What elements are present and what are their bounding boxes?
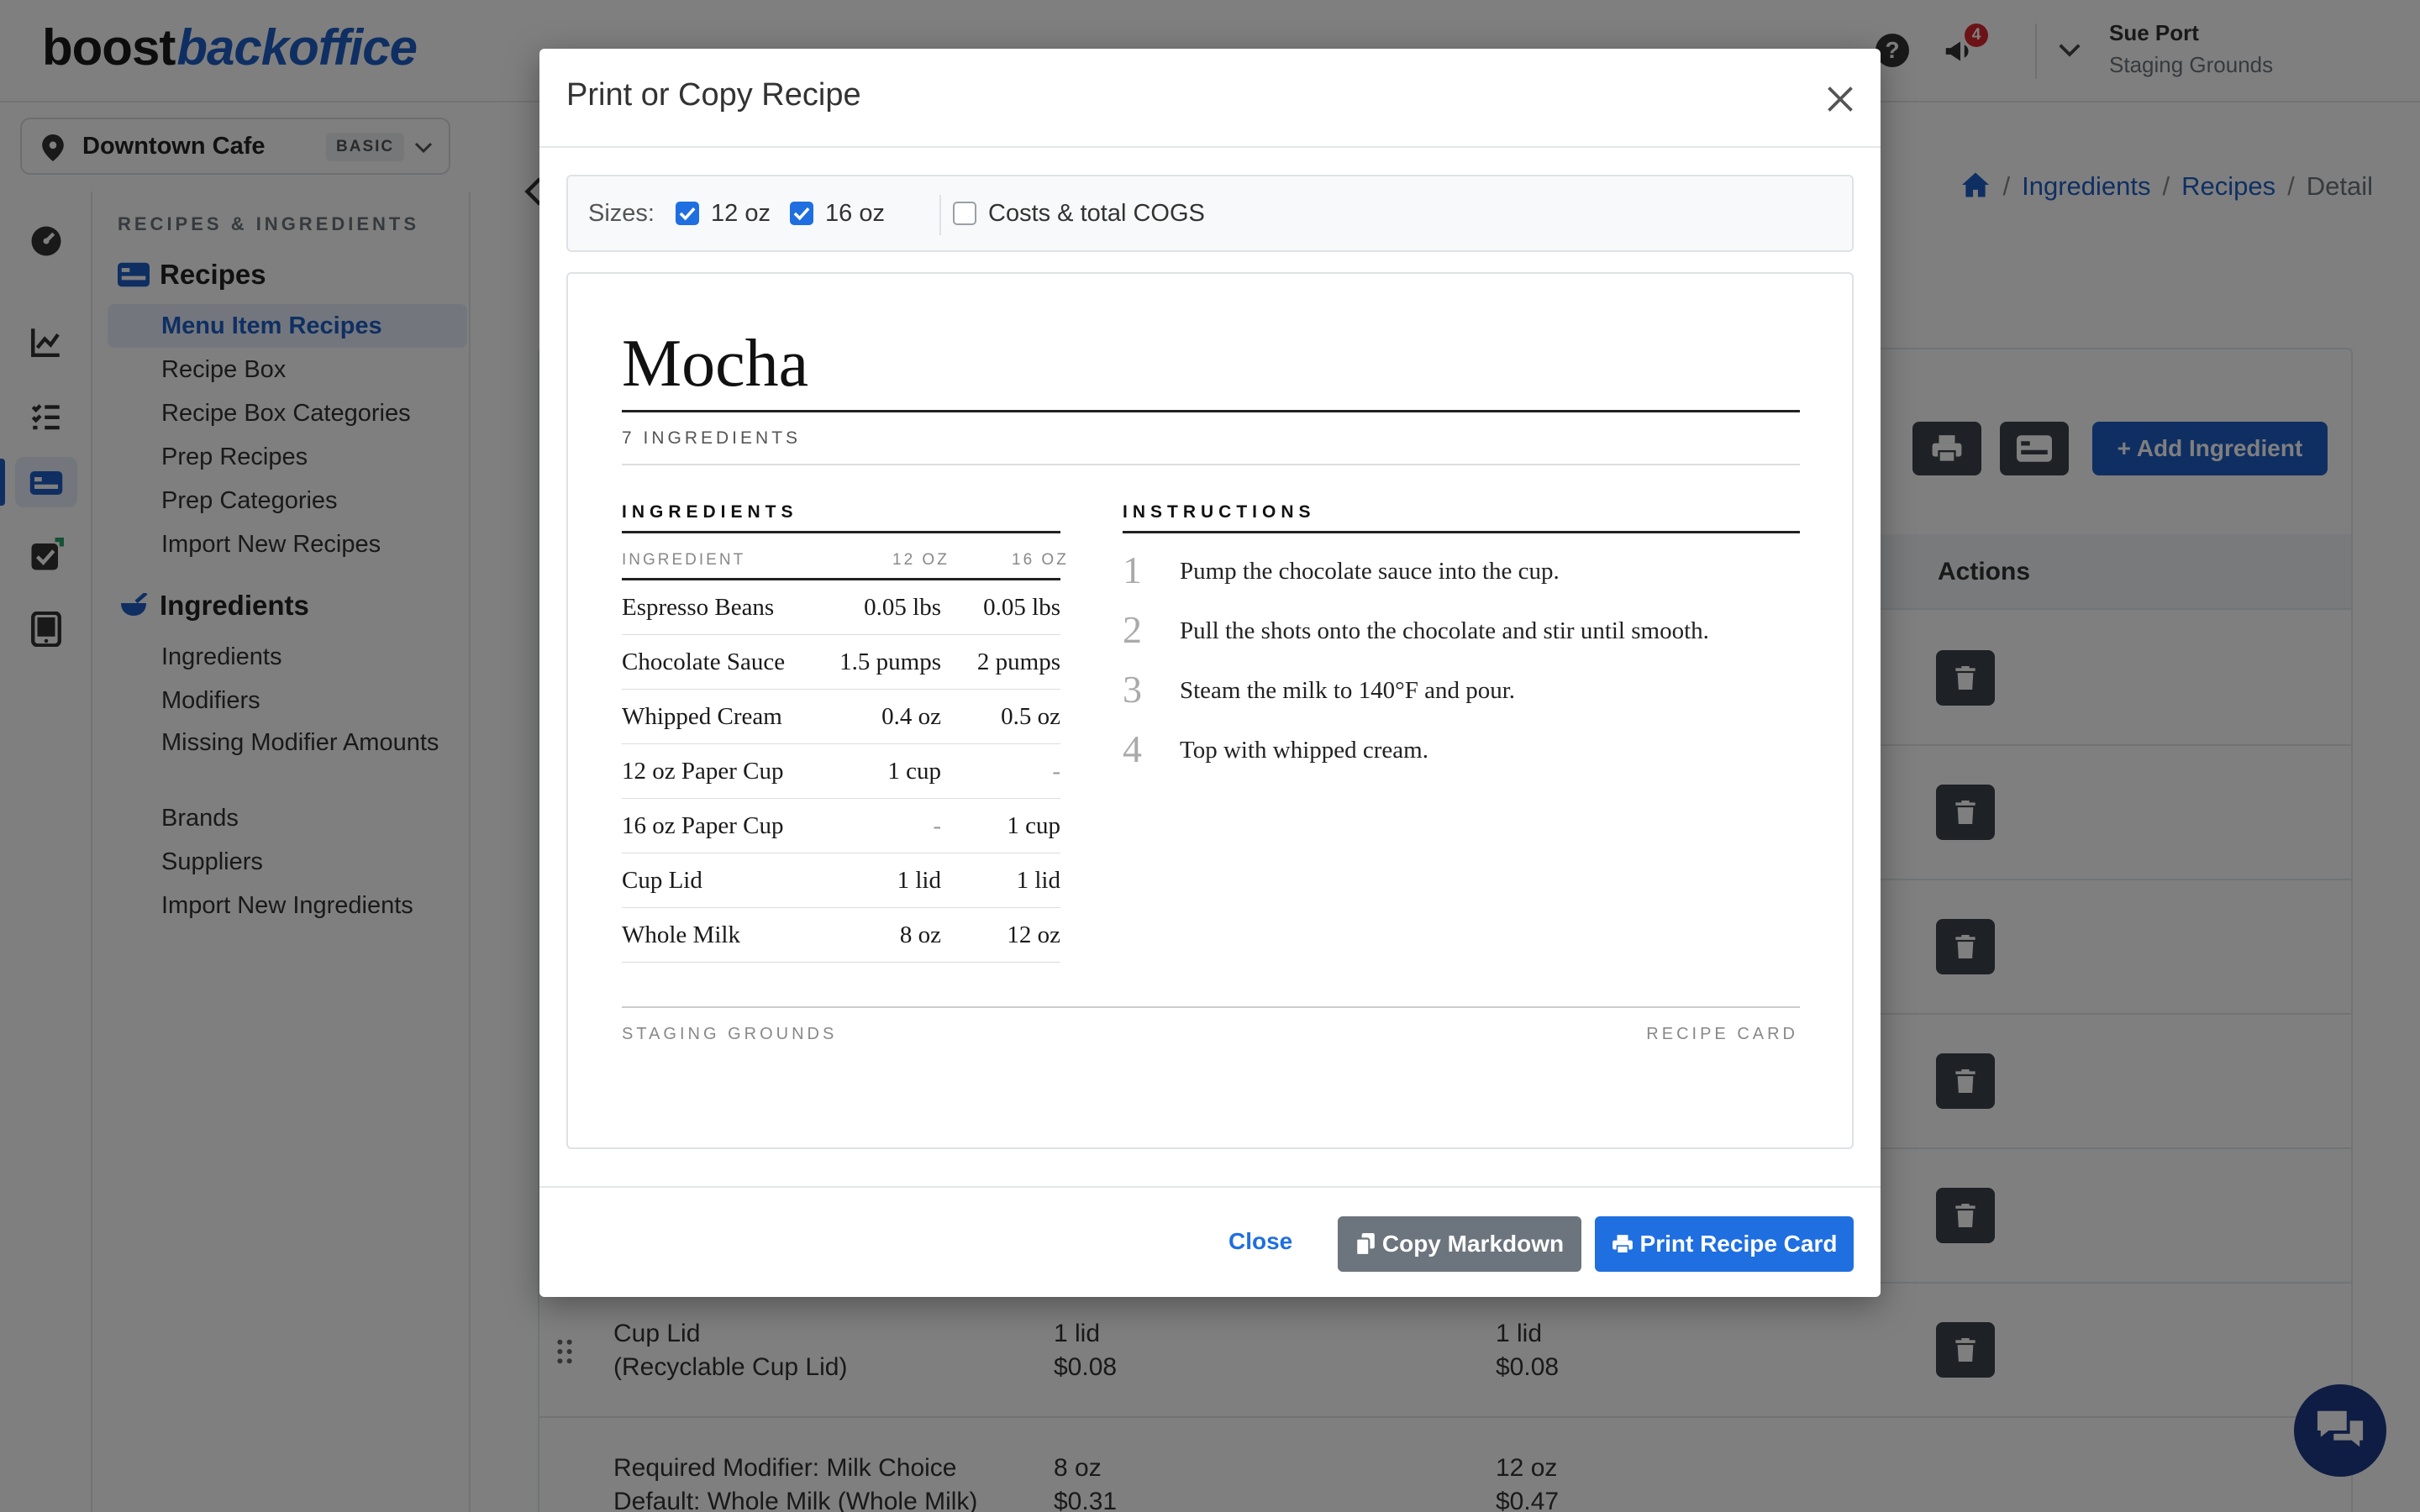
- amount-12oz: 8 oz: [899, 921, 941, 948]
- col-header-16oz: 16 OZ: [1012, 551, 1069, 569]
- instruction-step: 3 Steam the milk to 140°F and pour.: [1123, 667, 1812, 717]
- instructions-heading: INSTRUCTIONS: [1123, 502, 1316, 522]
- size-12oz-checkbox[interactable]: [676, 202, 699, 225]
- col-header-12oz: 12 OZ: [892, 551, 950, 569]
- modal-footer: Close Copy Markdown Print Recipe Card: [539, 1186, 1881, 1297]
- recipe-title: Mocha: [622, 327, 809, 401]
- amount-12oz: 0.05 lbs: [864, 594, 941, 621]
- step-number: 4: [1123, 727, 1142, 770]
- costs-cogs-checkbox[interactable]: [953, 202, 976, 225]
- costs-cogs-label[interactable]: Costs & total COGS: [988, 200, 1205, 228]
- ingredient-name: Whole Milk: [622, 921, 740, 948]
- table-row: Whole Milk 8 oz 12 oz: [622, 908, 1060, 963]
- amount-12oz: 0.4 oz: [881, 703, 941, 730]
- table-row: 12 oz Paper Cup 1 cup -: [622, 744, 1060, 799]
- step-number: 2: [1123, 608, 1142, 651]
- col-header-ingredient: INGREDIENT: [622, 551, 746, 569]
- modal-header: Print or Copy Recipe: [539, 49, 1881, 148]
- instruction-step: 2 Pull the shots onto the chocolate and …: [1123, 607, 1812, 658]
- step-number: 1: [1123, 549, 1142, 591]
- step-text: Pump the chocolate sauce into the cup.: [1180, 558, 1560, 585]
- footer-rule: [622, 1006, 1800, 1008]
- amount-12oz: -: [933, 812, 941, 839]
- amount-12oz: 1 lid: [897, 867, 941, 894]
- amount-16oz: 0.5 oz: [1001, 703, 1060, 730]
- print-copy-recipe-modal: Print or Copy Recipe Sizes: 12 oz 16 oz …: [539, 49, 1881, 1297]
- ingredient-name: Espresso Beans: [622, 594, 775, 621]
- amount-16oz: 0.05 lbs: [983, 594, 1060, 621]
- ingredient-name: 12 oz Paper Cup: [622, 758, 784, 785]
- size-16oz-checkbox[interactable]: [790, 202, 813, 225]
- title-rule: [622, 410, 1800, 412]
- amount-16oz: 1 cup: [1007, 812, 1060, 839]
- amount-16oz: 12 oz: [1007, 921, 1060, 948]
- ingredient-count: 7 INGREDIENTS: [622, 428, 802, 448]
- size-16oz-label[interactable]: 16 oz: [825, 200, 885, 228]
- card-footer-org: STAGING GROUNDS: [622, 1025, 838, 1043]
- instruction-step: 1 Pump the chocolate sauce into the cup.: [1123, 548, 1812, 598]
- card-footer-label: RECIPE CARD: [1646, 1025, 1798, 1043]
- print-recipe-card-button[interactable]: Print Recipe Card: [1595, 1216, 1854, 1272]
- close-icon[interactable]: [1825, 84, 1855, 114]
- ingredient-name: Cup Lid: [622, 867, 702, 894]
- ingredient-name: Whipped Cream: [622, 703, 782, 730]
- modal-title: Print or Copy Recipe: [566, 77, 861, 113]
- check-icon: [793, 207, 810, 221]
- amount-16oz: -: [1052, 758, 1060, 785]
- close-button[interactable]: Close: [1228, 1228, 1292, 1255]
- print-options-bar: Sizes: 12 oz 16 oz Costs & total COGS: [566, 175, 1854, 252]
- instruction-step: 4 Top with whipped cream.: [1123, 727, 1812, 777]
- count-rule: [622, 464, 1800, 465]
- ingredients-heading: INGREDIENTS: [622, 502, 798, 522]
- recipe-card-preview: Mocha 7 INGREDIENTS INGREDIENTS INSTRUCT…: [566, 272, 1854, 1149]
- size-12oz-label[interactable]: 12 oz: [711, 200, 771, 228]
- step-text: Top with whipped cream.: [1180, 737, 1428, 764]
- step-text: Steam the milk to 140°F and pour.: [1180, 677, 1516, 704]
- ingredient-name: Chocolate Sauce: [622, 648, 786, 675]
- table-row: Whipped Cream 0.4 oz 0.5 oz: [622, 690, 1060, 744]
- amount-16oz: 2 pumps: [976, 648, 1060, 675]
- table-row: Cup Lid 1 lid 1 lid: [622, 853, 1060, 908]
- copy-icon: [1355, 1233, 1375, 1257]
- copy-markdown-button[interactable]: Copy Markdown: [1338, 1216, 1581, 1272]
- table-row: 16 oz Paper Cup - 1 cup: [622, 799, 1060, 853]
- amount-12oz: 1.5 pumps: [839, 648, 941, 675]
- table-row: Chocolate Sauce 1.5 pumps 2 pumps: [622, 635, 1060, 690]
- step-text: Pull the shots onto the chocolate and st…: [1180, 617, 1709, 644]
- table-row: Espresso Beans 0.05 lbs 0.05 lbs: [622, 580, 1060, 635]
- step-number: 3: [1123, 668, 1142, 711]
- ingredients-heading-rule: [622, 531, 1060, 533]
- sizes-label: Sizes:: [588, 200, 655, 227]
- check-icon: [679, 207, 696, 221]
- amount-16oz: 1 lid: [1016, 867, 1060, 894]
- options-divider: [939, 195, 941, 235]
- ingredient-name: 16 oz Paper Cup: [622, 812, 784, 839]
- amount-12oz: 1 cup: [887, 758, 941, 785]
- printer-icon: [1612, 1235, 1633, 1254]
- instructions-heading-rule: [1123, 531, 1800, 533]
